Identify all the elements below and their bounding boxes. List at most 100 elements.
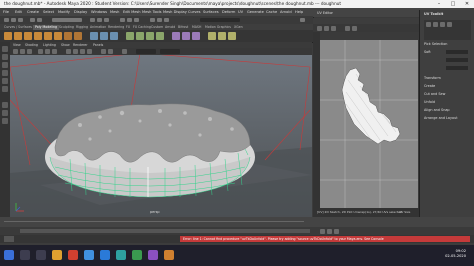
wireframe-on-shaded-icon[interactable] xyxy=(80,49,85,54)
textured-icon[interactable] xyxy=(87,49,92,54)
photos-icon[interactable] xyxy=(132,250,142,260)
poly-disc-icon[interactable] xyxy=(64,32,72,40)
smooth-shade-icon[interactable] xyxy=(73,49,78,54)
poly-plane-icon[interactable] xyxy=(54,32,62,40)
separate-icon[interactable] xyxy=(100,32,108,40)
toolkit-vertex-icon[interactable] xyxy=(440,22,445,27)
input-field[interactable] xyxy=(200,18,240,22)
scale-tool-icon[interactable] xyxy=(2,86,8,92)
select-hierarchy-icon[interactable] xyxy=(90,18,95,22)
menu-arnold[interactable]: Arnold xyxy=(280,10,292,14)
transform-section[interactable]: Transform xyxy=(424,76,441,80)
multi-cut-icon[interactable] xyxy=(172,32,180,40)
menu-windows[interactable]: Windows xyxy=(91,10,107,14)
chrome-icon[interactable] xyxy=(68,250,78,260)
uv-canvas[interactable] xyxy=(320,40,418,208)
target-weld-icon[interactable] xyxy=(182,32,190,40)
menu-mesh-display[interactable]: Mesh Display xyxy=(163,10,187,14)
uv-editor-icon[interactable] xyxy=(228,32,236,40)
uv-checker-icon[interactable] xyxy=(352,25,357,31)
bookmark-icon[interactable] xyxy=(27,49,32,54)
rotate-tool-icon[interactable] xyxy=(2,78,8,84)
menu-deform[interactable]: Deform xyxy=(222,10,235,14)
film-gate-icon[interactable] xyxy=(45,49,50,54)
account-icon[interactable] xyxy=(300,18,305,22)
step-forward-icon[interactable] xyxy=(334,228,339,234)
grid-toggle-icon[interactable] xyxy=(38,49,43,54)
mel-label[interactable] xyxy=(4,236,14,242)
menu-mesh-tools[interactable]: Mesh Tools xyxy=(142,10,161,14)
play-back-icon[interactable] xyxy=(320,228,325,234)
toolkit-edge-icon[interactable] xyxy=(433,22,438,27)
menu-mesh[interactable]: Mesh xyxy=(110,10,119,14)
play-forward-icon[interactable] xyxy=(327,228,332,234)
search-icon[interactable] xyxy=(20,250,30,260)
menu-file[interactable]: File xyxy=(3,10,9,14)
shadows-icon[interactable] xyxy=(108,49,113,54)
layout-single-icon[interactable] xyxy=(2,102,8,108)
planar-uv-icon[interactable] xyxy=(208,32,216,40)
range-slider[interactable] xyxy=(0,227,474,235)
redo-icon[interactable] xyxy=(37,18,42,22)
create-section[interactable]: Create xyxy=(424,84,435,88)
menu-curves[interactable]: Curves xyxy=(188,10,200,14)
pick-selection-label[interactable]: Pick Selection xyxy=(424,42,447,46)
media-icon[interactable] xyxy=(148,250,158,260)
store-icon[interactable] xyxy=(100,250,110,260)
paint-select-icon[interactable] xyxy=(2,62,8,68)
gamma-field[interactable] xyxy=(160,49,180,54)
menu-create[interactable]: Create xyxy=(27,10,39,14)
smooth-icon[interactable] xyxy=(110,32,118,40)
exposure-field[interactable] xyxy=(136,49,156,54)
select-object-icon[interactable] xyxy=(97,18,102,22)
select-tool-icon[interactable] xyxy=(2,46,8,52)
edge-icon[interactable] xyxy=(84,250,94,260)
new-scene-icon[interactable] xyxy=(4,18,9,22)
menu-display[interactable]: Display xyxy=(74,10,87,14)
poly-cylinder-icon[interactable] xyxy=(24,32,32,40)
save-scene-icon[interactable] xyxy=(18,18,23,22)
range-track[interactable] xyxy=(20,229,310,233)
viewport-menu-view[interactable]: View xyxy=(13,43,21,47)
align-snap-section[interactable]: Align and Snap xyxy=(424,108,450,112)
poly-cube-icon[interactable] xyxy=(14,32,22,40)
viewport-menu-show[interactable]: Show xyxy=(61,43,70,47)
viewport-menu-renderer[interactable]: Renderer xyxy=(73,43,88,47)
mode-dropdown[interactable] xyxy=(52,18,82,22)
viewport-menu-panels[interactable]: Panels xyxy=(93,43,103,47)
time-slider[interactable] xyxy=(0,217,474,227)
layout-split-icon[interactable] xyxy=(2,118,8,124)
xray-icon[interactable] xyxy=(122,49,127,54)
windows-start-icon[interactable] xyxy=(4,250,14,260)
menu-edit[interactable]: Edit xyxy=(15,10,22,14)
move-tool-icon[interactable] xyxy=(2,70,8,76)
menu-cache[interactable]: Cache xyxy=(266,10,277,14)
menu-help[interactable]: Help xyxy=(295,10,303,14)
wireframe-icon[interactable] xyxy=(66,49,71,54)
maya-app-icon[interactable] xyxy=(116,250,126,260)
transform-field-2[interactable] xyxy=(446,66,468,70)
file-explorer-icon[interactable] xyxy=(52,250,62,260)
render-settings-icon[interactable] xyxy=(164,18,169,22)
snap-curve-icon[interactable] xyxy=(127,18,132,22)
auto-uv-icon[interactable] xyxy=(218,32,226,40)
close-button[interactable]: ✕ xyxy=(460,0,474,8)
soft-field[interactable] xyxy=(446,50,468,54)
lights-icon[interactable] xyxy=(101,49,106,54)
viewport-menu-lighting[interactable]: Lighting xyxy=(43,43,56,47)
lasso-tool-icon[interactable] xyxy=(2,54,8,60)
uv-rotate-icon[interactable] xyxy=(331,25,336,31)
camera-lock-icon[interactable] xyxy=(20,49,25,54)
select-component-icon[interactable] xyxy=(104,18,109,22)
layout-four-icon[interactable] xyxy=(2,110,8,116)
menu-generate[interactable]: Generate xyxy=(247,10,264,14)
menu-modify[interactable]: Modify xyxy=(58,10,70,14)
bevel-icon[interactable] xyxy=(146,32,154,40)
task-view-icon[interactable] xyxy=(36,250,46,260)
render-icon[interactable] xyxy=(150,18,155,22)
extrude-icon[interactable] xyxy=(126,32,134,40)
transform-field-1[interactable] xyxy=(446,58,468,62)
viewport-3d[interactable]: persp xyxy=(10,55,312,217)
maximize-button[interactable]: □ xyxy=(446,0,460,8)
toolkit-face-icon[interactable] xyxy=(426,22,431,27)
